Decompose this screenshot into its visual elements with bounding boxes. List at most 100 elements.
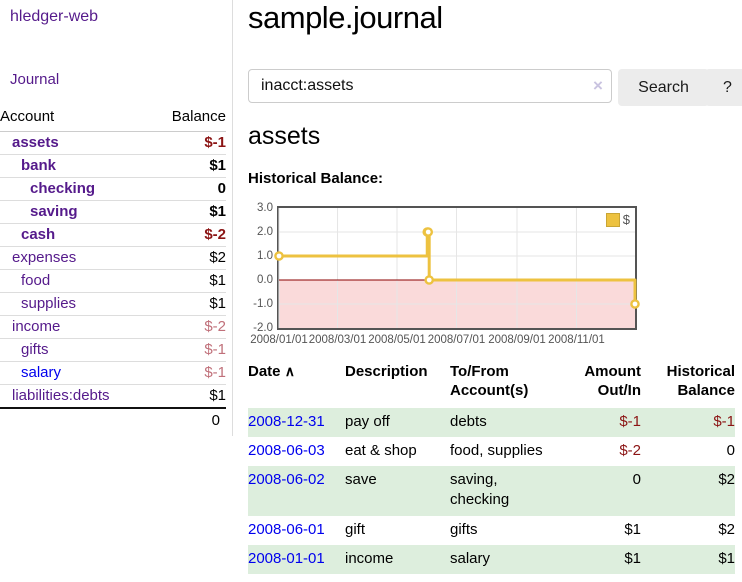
- transaction-accounts: debts: [450, 408, 558, 437]
- account-name-cell: saving: [0, 201, 151, 224]
- account-name-cell: supplies: [0, 293, 151, 316]
- search-button[interactable]: Search: [618, 69, 709, 106]
- account-row: income $-2: [0, 316, 226, 339]
- transactions-body: 2008-12-31pay offdebts$-1$-12008-06-03ea…: [248, 408, 735, 575]
- transaction-date-link[interactable]: 2008-12-31: [248, 413, 325, 430]
- search-bar: × Search ?: [248, 69, 742, 104]
- amount-header-line2: Out/In: [598, 382, 641, 399]
- transaction-balance: $2: [641, 466, 735, 516]
- transaction-date-link[interactable]: 2008-06-01: [248, 521, 325, 538]
- account-balance: $1: [151, 155, 226, 178]
- account-balance: $2: [151, 247, 226, 270]
- chart-canvas: [279, 208, 635, 328]
- account-row: expenses $2: [0, 247, 226, 270]
- account-balance: $1: [151, 270, 226, 293]
- app-title-link[interactable]: hledger-web: [10, 8, 98, 26]
- transaction-description: save: [345, 466, 450, 516]
- account-link[interactable]: income: [12, 318, 60, 335]
- transaction-amount: $1: [558, 545, 641, 574]
- transactions-header-row: Date ∧ Description To/FromAccount(s) Amo…: [248, 361, 735, 408]
- transaction-description: gift: [345, 516, 450, 545]
- y-axis-tick-label: -1.0: [248, 297, 273, 311]
- help-button[interactable]: ?: [705, 69, 742, 106]
- account-row: food $1: [0, 270, 226, 293]
- y-axis-tick-label: 3.0: [248, 201, 273, 215]
- sidebar-total-row: 0: [0, 408, 226, 432]
- transaction-date-link[interactable]: 2008-06-02: [248, 471, 325, 488]
- account-row: bank $1: [0, 155, 226, 178]
- transaction-row: 2008-01-01incomesalary$1$1: [248, 545, 735, 574]
- transaction-row: 2008-06-03eat & shopfood, supplies$-20: [248, 437, 735, 466]
- account-name-cell: assets: [0, 132, 151, 155]
- account-link[interactable]: liabilities:debts: [12, 387, 110, 404]
- account-link[interactable]: salary: [21, 364, 61, 381]
- account-link[interactable]: checking: [30, 180, 95, 197]
- transaction-date-link[interactable]: 2008-06-03: [248, 442, 325, 459]
- sidebar-total-spacer: [0, 408, 151, 432]
- y-axis-tick-label: 1.0: [248, 249, 273, 263]
- transaction-accounts: gifts: [450, 516, 558, 545]
- transaction-balance: $-1: [641, 408, 735, 437]
- transaction-date-cell: 2008-01-01: [248, 545, 345, 574]
- account-balance: $-1: [151, 339, 226, 362]
- account-row: cash $-2: [0, 224, 226, 247]
- account-balance: $-1: [151, 362, 226, 385]
- account-balance: 0: [151, 178, 226, 201]
- balance-chart: $ 3.02.01.00.0-1.0-2.02008/01/012008/03/…: [248, 200, 742, 350]
- transaction-date-cell: 2008-06-01: [248, 516, 345, 545]
- account-heading: assets: [248, 122, 320, 151]
- transaction-description: pay off: [345, 408, 450, 437]
- account-balance: $-2: [151, 224, 226, 247]
- account-balance: $-1: [151, 132, 226, 155]
- page-title: sample.journal: [248, 0, 443, 36]
- account-column-header: Account: [0, 104, 151, 132]
- account-balance: $1: [151, 201, 226, 224]
- tofrom-column-header: To/From Account(s): [450, 361, 558, 408]
- account-name-cell: salary: [0, 362, 151, 385]
- account-name-cell: food: [0, 270, 151, 293]
- account-name-cell: expenses: [0, 247, 151, 270]
- transaction-balance: 0: [641, 437, 735, 466]
- date-column-header[interactable]: Date ∧: [248, 361, 345, 408]
- account-row: saving $1: [0, 201, 226, 224]
- account-link[interactable]: saving: [30, 203, 78, 220]
- account-name-cell: gifts: [0, 339, 151, 362]
- transaction-date-link[interactable]: 2008-01-01: [248, 550, 325, 567]
- transaction-accounts: food, supplies: [450, 437, 558, 466]
- y-axis-tick-label: 0.0: [248, 273, 273, 287]
- account-link[interactable]: bank: [21, 157, 56, 174]
- account-row: liabilities:debts $1: [0, 385, 226, 409]
- sidebar-total-balance: 0: [151, 408, 226, 432]
- transaction-date-cell: 2008-06-03: [248, 437, 345, 466]
- amount-header-line1: Amount: [584, 363, 641, 380]
- account-link[interactable]: gifts: [21, 341, 49, 358]
- balance-column-header: Balance: [151, 104, 226, 132]
- tofrom-header-line2: Account(s): [450, 382, 528, 399]
- account-name-cell: bank: [0, 155, 151, 178]
- clear-search-icon[interactable]: ×: [586, 69, 610, 103]
- account-link[interactable]: cash: [21, 226, 55, 243]
- transactions-table: Date ∧ Description To/FromAccount(s) Amo…: [248, 361, 735, 574]
- account-link[interactable]: supplies: [21, 295, 76, 312]
- transaction-accounts: salary: [450, 545, 558, 574]
- sort-asc-icon: ∧: [285, 363, 295, 379]
- account-row: supplies$1: [0, 293, 226, 316]
- sidebar-item-journal[interactable]: Journal: [10, 71, 59, 88]
- transaction-description: income: [345, 545, 450, 574]
- x-axis-tick-label: 2008/11/01: [526, 334, 626, 346]
- account-name-cell: checking: [0, 178, 151, 201]
- account-link[interactable]: assets: [12, 134, 59, 151]
- main-content: sample.journal × Search ? assets Histori…: [248, 0, 742, 582]
- account-balance: $1: [151, 385, 226, 409]
- amount-column-header: Amount Out/In: [558, 361, 641, 408]
- search-input[interactable]: [248, 69, 612, 103]
- date-header-text: Date: [248, 363, 281, 380]
- transaction-amount: $1: [558, 516, 641, 545]
- transaction-accounts: saving, checking: [450, 466, 558, 516]
- account-link[interactable]: expenses: [12, 249, 76, 266]
- account-balance: $-2: [151, 316, 226, 339]
- transaction-row: 2008-06-01giftgifts$1$2: [248, 516, 735, 545]
- tofrom-header-line1: To/From: [450, 363, 509, 380]
- y-axis-tick-label: -2.0: [248, 321, 273, 335]
- account-link[interactable]: food: [21, 272, 50, 289]
